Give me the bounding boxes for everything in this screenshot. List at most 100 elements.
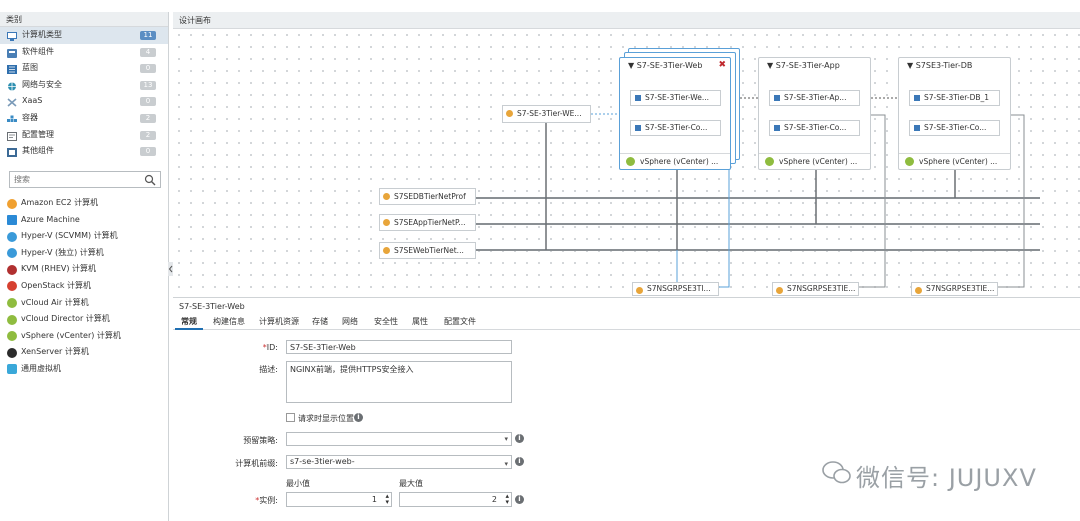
machine-item-openstack[interactable]: OpenStack 计算机 <box>0 278 168 295</box>
machine-prefix-select[interactable]: s7-se-3tier-web- ▾ <box>286 455 512 469</box>
tab-properties[interactable]: 属性 <box>409 315 431 330</box>
machine-item-hyperv-scvmm[interactable]: Hyper-V (SCVMM) 计算机 <box>0 228 168 245</box>
category-count: 0 <box>140 147 156 157</box>
category-label: 软件组件 <box>22 46 54 56</box>
vm-icon <box>635 125 641 131</box>
stepper-arrows-icon[interactable]: ▴ ▾ <box>505 493 509 506</box>
category-item-config-management[interactable]: 配置管理 2 <box>0 127 168 144</box>
vm-component[interactable]: S7-SE-3Tier-DB_1 <box>909 90 1000 106</box>
tab-build-info[interactable]: 构建信息 <box>209 315 249 330</box>
vcloud-director-icon <box>7 314 17 325</box>
description-textarea[interactable]: NGINX前端，提供HTTPS安全接入 <box>286 361 512 403</box>
chevron-down-icon: ▼ <box>628 61 635 70</box>
chevron-down-icon: ▼ <box>767 61 774 70</box>
category-label: 其他组件 <box>22 146 54 156</box>
app-node[interactable]: ▼ S7-SE-3Tier-App S7-SE-3Tier-Ap... S7-S… <box>758 57 871 170</box>
node-title[interactable]: ▼ S7-SE-3Tier-Web <box>620 58 730 74</box>
search-icon[interactable] <box>144 174 156 186</box>
vm-icon <box>635 95 641 101</box>
id-label: *ID: <box>178 343 278 352</box>
info-icon[interactable]: i <box>354 413 363 422</box>
tab-profiles[interactable]: 配置文件 <box>440 315 480 330</box>
software-component[interactable]: S7-SE-3Tier-Co... <box>769 120 860 136</box>
network-profile-app[interactable]: S7SEAppTierNetP... <box>379 214 476 231</box>
machine-item-vcloud-director[interactable]: vCloud Director 计算机 <box>0 311 168 328</box>
max-instances-value: 2 <box>491 495 497 504</box>
min-instances-stepper[interactable]: 1 ▴ ▾ <box>286 492 392 507</box>
category-item-blueprints[interactable]: 蓝图 0 <box>0 60 168 77</box>
vm-icon <box>914 125 920 131</box>
id-label-text: ID: <box>266 343 278 352</box>
category-item-computer-types[interactable]: 计算机类型 11 <box>0 27 168 44</box>
machine-label: XenServer 计算机 <box>21 347 89 357</box>
properties-tabs: 常规 构建信息 计算机资源 存储 网络 安全性 属性 配置文件 <box>173 315 1080 330</box>
software-component[interactable]: S7-SE-3Tier-Co... <box>909 120 1000 136</box>
vm-component[interactable]: S7-SE-3Tier-Ap... <box>769 90 860 106</box>
info-icon[interactable]: i <box>515 495 524 504</box>
db-node[interactable]: ▼ S7SE3-Tier-DB S7-SE-3Tier-DB_1 S7-SE-3… <box>898 57 1011 170</box>
tab-security[interactable]: 安全性 <box>370 315 402 330</box>
category-item-network-security[interactable]: 网络与安全 13 <box>0 77 168 94</box>
machine-item-generic-vm[interactable]: 通用虚拟机 <box>0 361 168 378</box>
node-footer: vSphere (vCenter) ... <box>620 153 730 169</box>
canvas-title: 设计画布 <box>173 12 1080 29</box>
security-group-db[interactable]: S7NSGRPSE3TIE... <box>911 282 998 296</box>
id-input[interactable] <box>286 340 512 354</box>
wechat-icon <box>822 461 851 484</box>
machine-label: Hyper-V (独立) 计算机 <box>21 247 104 257</box>
machine-item-hyperv-standalone[interactable]: Hyper-V (独立) 计算机 <box>0 245 168 262</box>
tab-machine-resources[interactable]: 计算机资源 <box>255 315 303 330</box>
computer-type-icon <box>7 31 17 41</box>
machine-item-vsphere[interactable]: vSphere (vCenter) 计算机 <box>0 328 168 345</box>
machine-item-vcloud-air[interactable]: vCloud Air 计算机 <box>0 295 168 312</box>
security-group-icon <box>776 287 783 294</box>
network-label: S7SEWebTierNet... <box>394 246 464 255</box>
category-item-other[interactable]: 其他组件 0 <box>0 143 168 160</box>
info-icon[interactable]: i <box>515 434 524 443</box>
category-count: 4 <box>140 47 156 57</box>
node-title[interactable]: ▼ S7-SE-3Tier-App <box>759 58 870 74</box>
show-location-label: 请求时显示位置 <box>298 414 354 423</box>
chevron-down-icon: ▾ <box>504 460 508 468</box>
design-canvas[interactable]: S7-SE-3Tier-WE... ▼ S7-SE-3Tier-Web ✖ S7… <box>173 29 1080 296</box>
load-balancer-node[interactable]: S7-SE-3Tier-WE... <box>502 105 591 123</box>
security-group-label: S7NSGRPSE3TIE... <box>926 284 995 293</box>
category-item-software[interactable]: 软件组件 4 <box>0 44 168 61</box>
security-group-label: S7NSGRPSE3TI... <box>647 284 711 293</box>
network-icon <box>383 193 390 200</box>
instances-label: *实例: <box>178 495 278 506</box>
software-component[interactable]: S7-SE-3Tier-Co... <box>630 120 721 136</box>
hyperv-icon <box>7 231 17 242</box>
machine-item-kvm[interactable]: KVM (RHEV) 计算机 <box>0 261 168 278</box>
node-title[interactable]: ▼ S7SE3-Tier-DB <box>899 58 1010 74</box>
vsphere-icon <box>765 157 774 166</box>
vm-icon <box>774 95 780 101</box>
machine-item-amazon-ec2[interactable]: Amazon EC2 计算机 <box>0 195 168 212</box>
xaas-icon <box>7 97 17 107</box>
category-item-containers[interactable]: 容器 2 <box>0 110 168 127</box>
search-input[interactable] <box>10 172 140 187</box>
show-location-checkbox[interactable] <box>286 413 295 422</box>
vm-icon <box>914 95 920 101</box>
reservation-policy-select[interactable]: ▾ <box>286 432 512 446</box>
machine-label: vCloud Air 计算机 <box>21 297 89 307</box>
max-instances-stepper[interactable]: 2 ▴ ▾ <box>399 492 512 507</box>
info-icon[interactable]: i <box>515 457 524 466</box>
category-item-xaas[interactable]: XaaS 0 <box>0 93 168 110</box>
security-group-app[interactable]: S7NSGRPSE3TIE... <box>772 282 859 296</box>
category-count: 2 <box>140 130 156 140</box>
network-profile-web[interactable]: S7SEWebTierNet... <box>379 242 476 259</box>
web-node[interactable]: ▼ S7-SE-3Tier-Web ✖ S7-SE-3Tier-We... S7… <box>619 57 731 170</box>
machine-label: OpenStack 计算机 <box>21 280 92 290</box>
tab-general[interactable]: 常规 <box>175 315 203 330</box>
machine-item-xenserver[interactable]: XenServer 计算机 <box>0 344 168 361</box>
tab-storage[interactable]: 存储 <box>309 315 331 330</box>
close-icon[interactable]: ✖ <box>718 60 726 70</box>
vm-icon <box>774 125 780 131</box>
machine-item-azure[interactable]: Azure Machine <box>0 212 168 229</box>
security-group-web[interactable]: S7NSGRPSE3TI... <box>632 282 719 296</box>
network-profile-db[interactable]: S7SEDBTierNetProf <box>379 188 476 205</box>
stepper-arrows-icon[interactable]: ▴ ▾ <box>385 493 389 506</box>
vm-component[interactable]: S7-SE-3Tier-We... <box>630 90 721 106</box>
tab-network[interactable]: 网络 <box>339 315 361 330</box>
